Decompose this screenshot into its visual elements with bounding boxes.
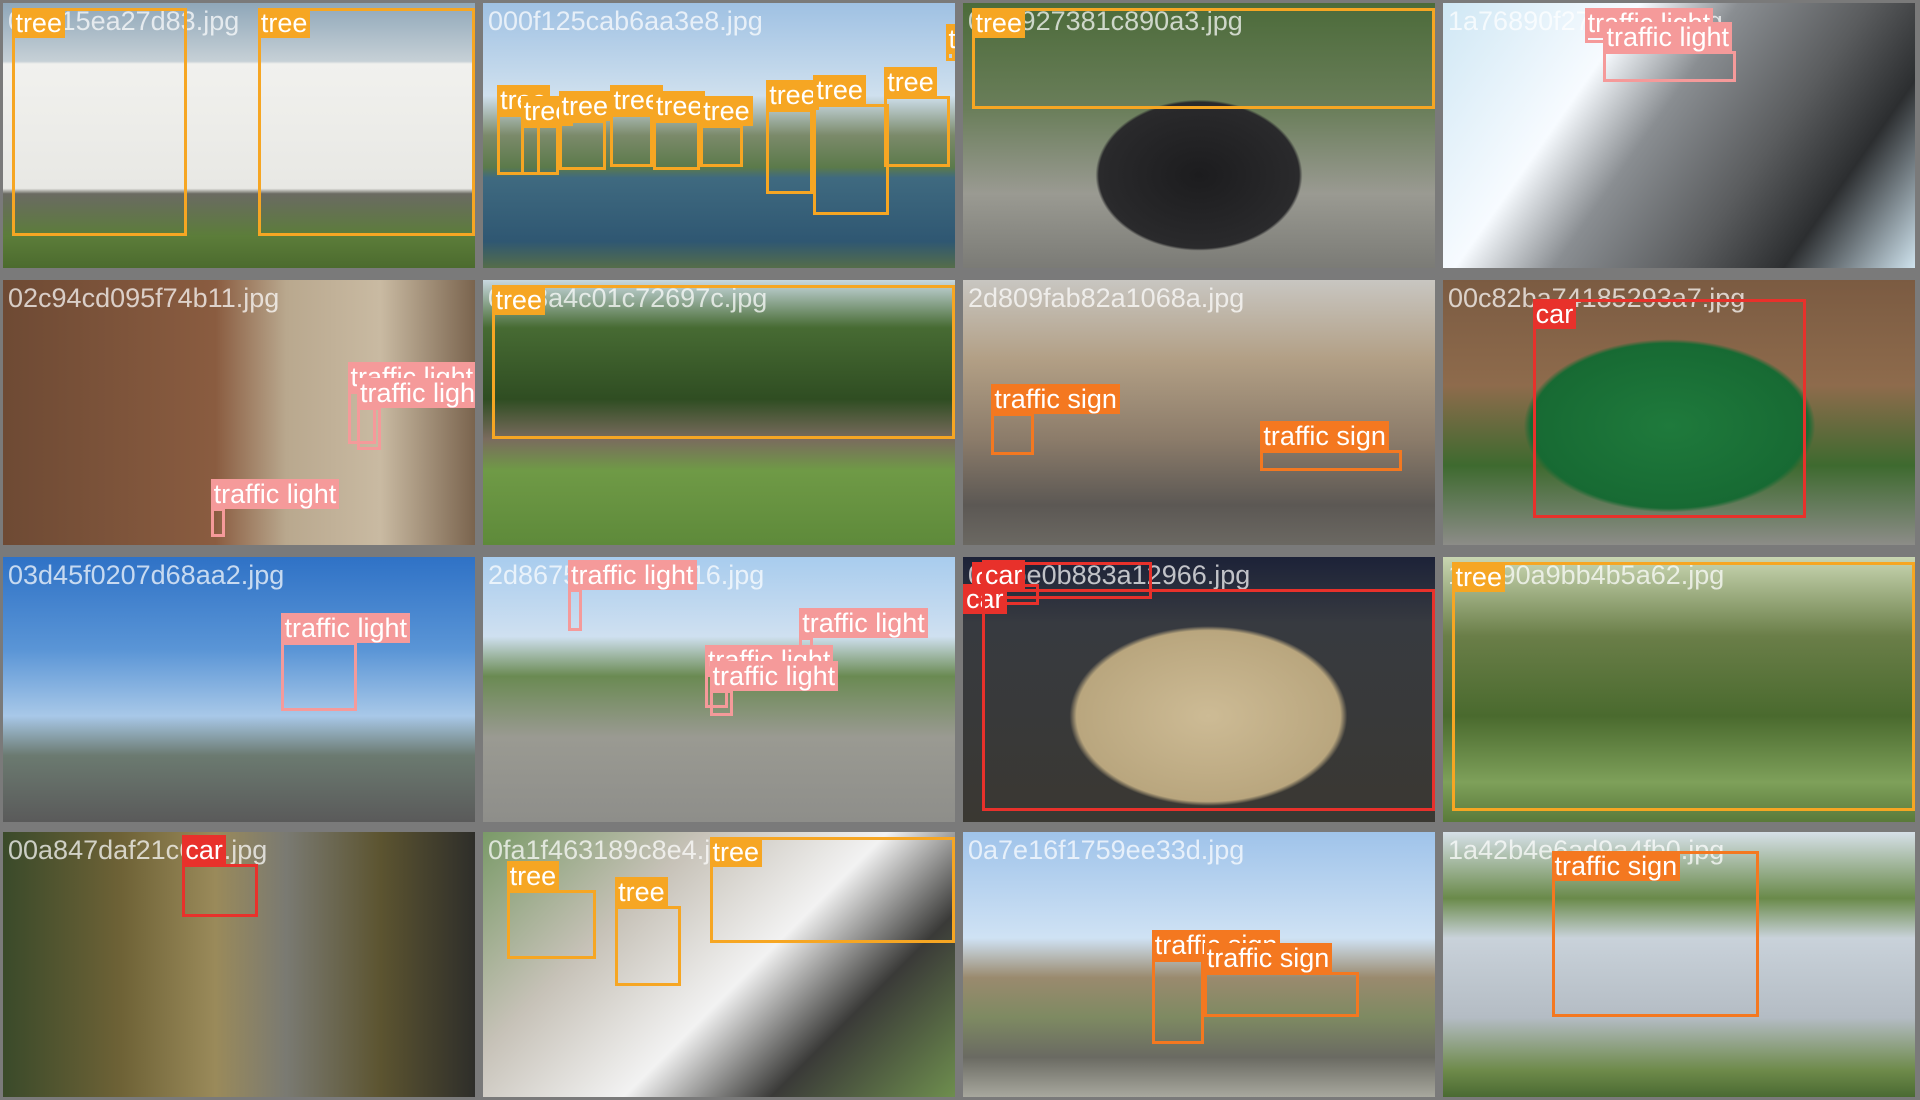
image-tile: 0a08a4c01c72697c.jpg tree [483,280,955,545]
detection-box-traffic-sign: traffic sign [1551,850,1760,1018]
detection-box-tree: tree [257,8,475,237]
detection-box-tree: tree [520,95,574,176]
detection-label: traffic sign [1203,943,1333,974]
detection-label: tree [558,90,612,121]
image-tile: 00c82ba74185293a7.jpg car [1443,280,1915,545]
detection-box-car: car [1532,298,1807,519]
detection-label: traffic light [281,612,411,643]
detection-label: traffic light [567,559,697,590]
image-tile: 0f9215ea27d83.jpg tree tree [3,3,475,268]
detection-label: tree [257,8,311,39]
detection-label: traffic light [357,378,475,409]
detection-box-tree: tree [492,285,955,439]
detection-box-tree: tree [945,24,955,62]
detection-label: tree [1452,562,1505,593]
detection-label: car [1532,298,1577,329]
image-tile: 00a847daf21c6eff.jpg car [3,832,475,1097]
filename-label: 02c94cd095f74b11.jpg [8,283,280,313]
image-tile: 1a5f90a9bb4b5a62.jpg tree [1443,557,1915,822]
detection-box-tree: tree [506,861,597,960]
detection-label: tree [615,877,668,908]
detection-label: tree [506,861,560,892]
detection-box-tree: tree [813,74,889,215]
detection-box-traffic-light: traffic light [1603,21,1736,83]
detection-label: car [981,559,1026,590]
detection-label: traffic sign [1260,420,1389,451]
detection-box-tree: tree [766,80,819,194]
image-tile: 0c2be0b883a12966.jpgcarcarcar [963,557,1435,822]
image-tile: 1a42b4e6ad9a4fb0.jpgtraffic sign [1443,832,1915,1097]
image-tile: 2d809fab82a1068a.jpg traffic sign traffic … [963,280,1435,545]
detection-label: tree [813,74,866,105]
detection-box-tree: tree [652,90,706,170]
image-tile: 000f125cab6aa3e8.jpgtreetreetreetreetree… [483,3,955,268]
filename-label: 000f125cab6aa3e8.jpg [488,6,763,36]
detection-box-tree: tree [709,837,955,944]
detection-label: tree [945,24,955,55]
detection-label: tree [652,90,706,121]
detection-box-tree: tree [884,66,951,168]
detection-label: traffic light [709,660,839,691]
image-tile: 03d45f0207d68aa2.jpg traffic light [3,557,475,822]
image-tile: 02c94cd095f74b11.jpg traffic light traffic… [3,280,475,545]
detection-box-traffic-sign: traffic sign [1203,943,1360,1018]
detection-box-traffic-sign: traffic sign [991,383,1120,455]
filename-label: 2d809fab82a1068a.jpg [968,283,1245,313]
scene-image [3,557,475,822]
detection-box-tree: tree [610,85,663,168]
detection-label: car [182,834,226,865]
image-tile: 0a7e16f1759ee33d.jpg traffic signtraffic … [963,832,1435,1097]
detection-box-tree: tree [12,8,188,237]
image-tile: 1a76890f27c60a3e.jpgtraffic lighttraffic… [1443,3,1915,268]
detection-box-traffic-sign: traffic sign [1260,420,1402,471]
filename-label: 03d45f0207d68aa2.jpg [8,560,285,590]
detection-box-traffic-light: traffic light [357,378,475,450]
detection-box-tree: tree [1452,562,1915,812]
detection-label: traffic light [210,478,340,509]
detection-box-tree: tree [558,90,612,170]
detection-label: tree [492,285,545,316]
filename-label: 00a847daf21c6eff.jpg [8,835,268,865]
image-grid: 0f9215ea27d83.jpg tree tree 000f125cab6aa3e… [0,0,1920,1100]
detection-label: tree [766,80,819,110]
detection-box-car: car [182,834,258,917]
detection-label: traffic sign [991,383,1120,414]
image-tile: 0fa1f463189c8e4.jpg tree tree tree [483,832,955,1097]
detection-box-traffic-light: traffic light [567,559,697,632]
detection-box-tree: tree [615,877,682,986]
detection-box-traffic-light: traffic light [281,612,411,711]
filename-label: 0a7e16f1759ee33d.jpg [968,835,1245,865]
image-tile: 0a2f927381c890a3.jpg tree [963,3,1435,268]
detection-label: traffic sign [1551,850,1681,881]
detection-box-tree: tree [700,95,753,168]
detection-label: tree [700,95,753,126]
image-tile: 2d8675fb42616016.jpgtraffic lighttraffic… [483,557,955,822]
detection-label: tree [12,8,65,39]
detection-label: tree [709,837,763,868]
detection-label: traffic light [1603,21,1733,52]
detection-box-traffic-light: traffic light [709,660,839,716]
detection-label: tree [972,8,1025,39]
detection-box-tree: tree [972,8,1435,109]
detection-box-traffic-light: traffic light [210,478,340,538]
detection-label: tree [884,66,937,97]
detection-label: traffic light [799,607,928,638]
detection-box-traffic-sign: traffic sign [1151,930,1281,1044]
detection-box-car: car [981,559,1435,812]
